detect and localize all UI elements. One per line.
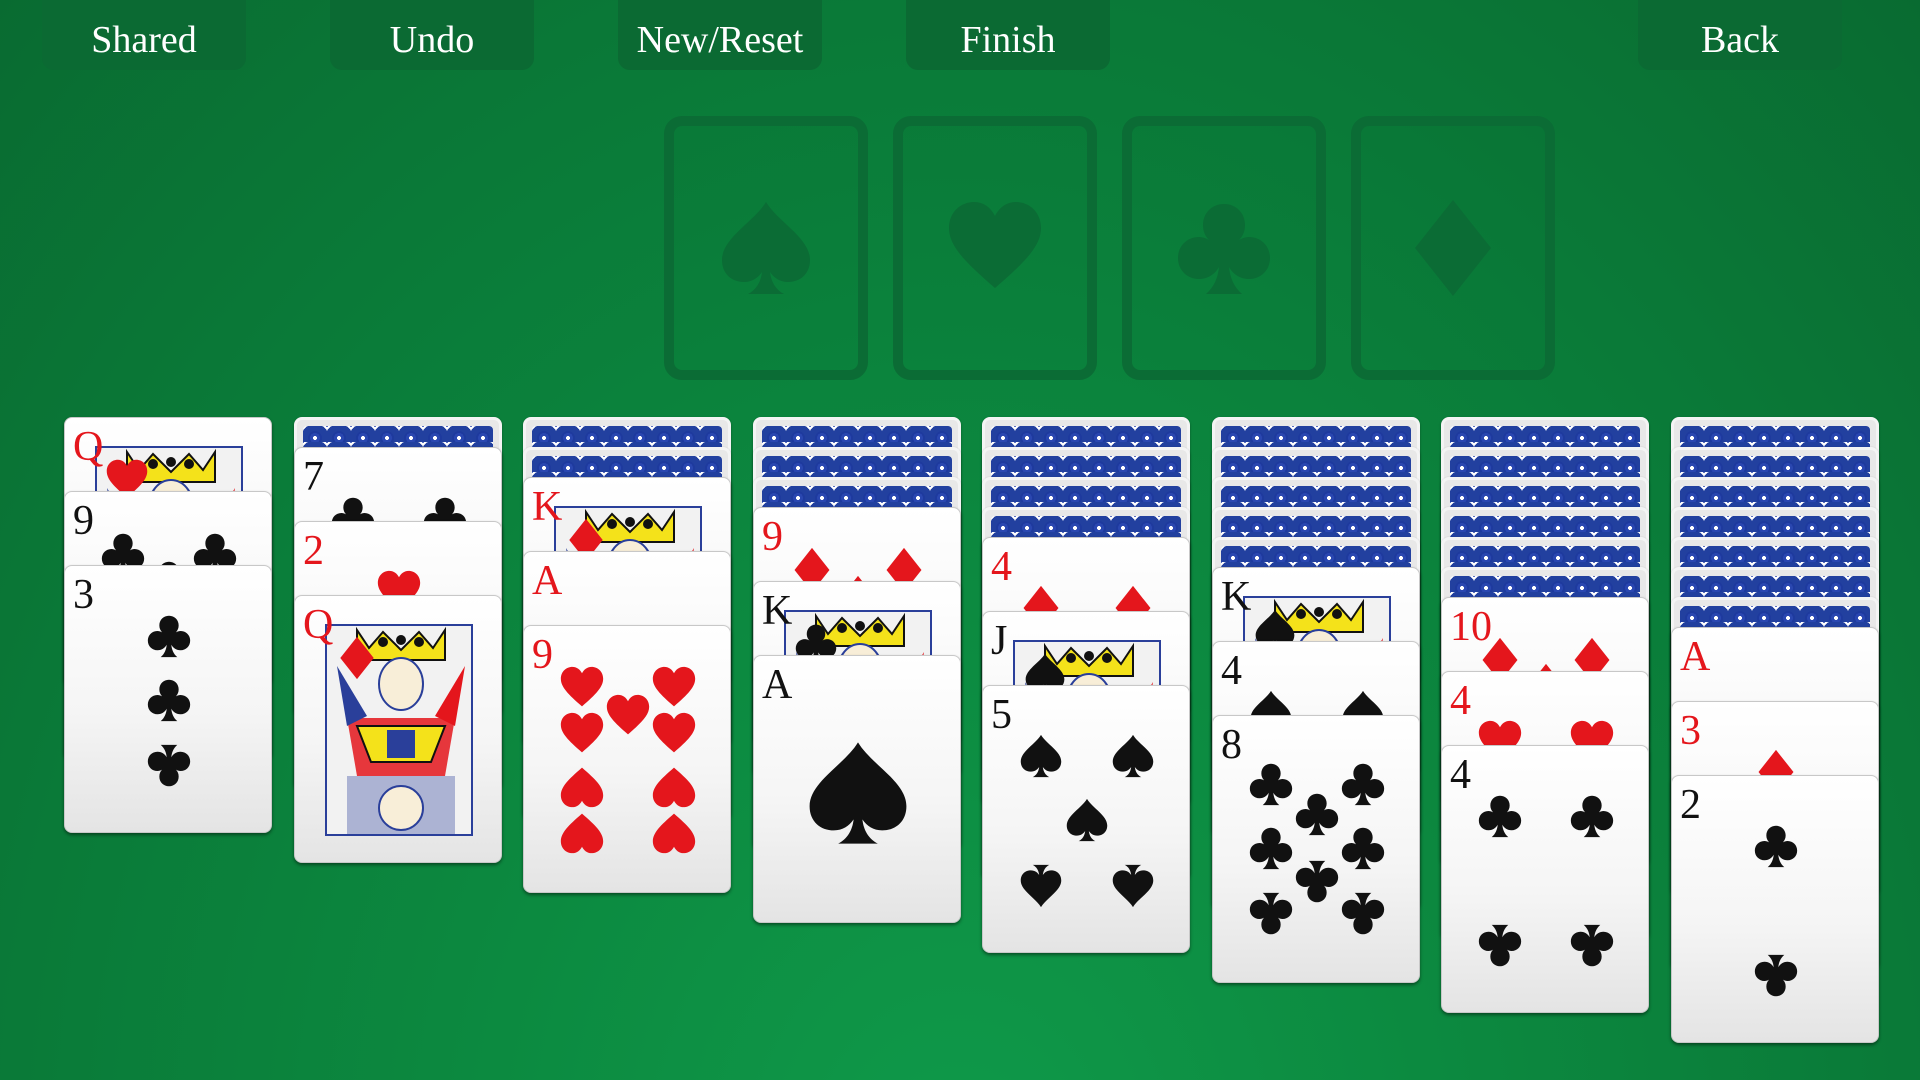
heart-icon (949, 202, 1041, 288)
card-A-spade[interactable]: A (753, 655, 961, 923)
card-rank: Q (303, 602, 334, 648)
foundation-spade[interactable] (664, 116, 868, 380)
card-rank: J (991, 618, 1008, 664)
heart-pip-icon (652, 666, 696, 707)
heart-pip-icon (560, 813, 604, 854)
club-pip-icon (1295, 793, 1339, 836)
card-rank: 4 (1221, 648, 1242, 694)
diamond-icon (340, 636, 374, 680)
club-pip-icon (1249, 827, 1293, 870)
card-rank: A (762, 662, 793, 708)
card-rank: 3 (1680, 708, 1701, 754)
back-button-label: Back (1700, 19, 1780, 61)
card-rank: 3 (73, 572, 94, 618)
heart-pip-icon (560, 767, 604, 808)
club-pip-icon (1341, 892, 1385, 935)
card-rank: 9 (532, 632, 553, 678)
heart-pip-icon (606, 694, 650, 735)
card-rank: 4 (991, 544, 1012, 590)
foundation-heart[interactable] (893, 116, 1097, 380)
card-rank: 4 (1450, 678, 1471, 724)
card-4-club[interactable]: 4 (1441, 745, 1649, 1013)
foundation-diamond[interactable] (1351, 116, 1555, 380)
new-reset-button[interactable]: New/Reset (618, 0, 822, 70)
club-pip-icon (147, 679, 191, 722)
back-button[interactable]: Back (1638, 0, 1842, 70)
club-pip-icon (1570, 924, 1614, 967)
card-rank: 9 (762, 514, 783, 560)
card-2-club[interactable]: 2 (1671, 775, 1879, 1043)
club-pip-icon (1754, 954, 1798, 997)
spade-pip-icon (1112, 734, 1154, 778)
card-rank: A (532, 558, 563, 604)
spade-pip-icon (1020, 864, 1062, 908)
heart-pip-icon (652, 712, 696, 753)
club-pip-icon (1341, 763, 1385, 806)
spade-pip-icon (1112, 864, 1154, 908)
undo-button-label: Undo (389, 19, 475, 61)
club-pip-icon (1478, 924, 1522, 967)
card-rank: K (762, 588, 793, 634)
club-pip-icon (1754, 825, 1798, 868)
card-rank: 5 (991, 692, 1012, 738)
finish-button-label: Finish (960, 19, 1056, 61)
shared-button[interactable]: Shared (42, 0, 246, 70)
card-8-club[interactable]: 8 (1212, 715, 1420, 983)
card-rank: 7 (303, 454, 324, 500)
card-rank: K (1221, 574, 1252, 620)
shared-button-label: Shared (91, 19, 197, 61)
card-Q-diamond[interactable]: Q (294, 595, 502, 863)
diamond-icon (1415, 200, 1491, 296)
club-pip-icon (147, 615, 191, 658)
card-rank: Q (73, 424, 104, 470)
finish-button[interactable]: Finish (906, 0, 1110, 70)
club-pip-icon (1249, 892, 1293, 935)
club-pip-icon (1249, 763, 1293, 806)
card-rank: K (532, 484, 563, 530)
card-3-club[interactable]: 3 (64, 565, 272, 833)
club-pip-icon (1341, 827, 1385, 870)
card-rank: 8 (1221, 722, 1242, 768)
spade-pip-icon (1066, 798, 1108, 842)
card-rank: 2 (1680, 782, 1701, 828)
spade-pip-icon (1020, 734, 1062, 778)
toolbar: Shared Undo New/Reset Finish Back (0, 0, 1920, 70)
club-pip-icon (1570, 795, 1614, 838)
card-rank: A (1680, 634, 1711, 680)
card-rank: 9 (73, 498, 94, 544)
card-rank: 2 (303, 528, 324, 574)
heart-pip-icon (560, 666, 604, 707)
foundation-club[interactable] (1122, 116, 1326, 380)
card-9-heart[interactable]: 9 (523, 625, 731, 893)
heart-pip-icon (652, 767, 696, 808)
club-pip-icon (1295, 860, 1339, 903)
card-5-spade[interactable]: 5 (982, 685, 1190, 953)
heart-pip-icon (560, 712, 604, 753)
spade-icon (722, 202, 810, 294)
heart-pip-icon (652, 813, 696, 854)
spade-icon (809, 742, 907, 844)
club-pip-icon (1478, 795, 1522, 838)
card-rank: 4 (1450, 752, 1471, 798)
undo-button[interactable]: Undo (330, 0, 534, 70)
club-pip-icon (147, 744, 191, 787)
club-icon (1178, 204, 1270, 294)
new-reset-button-label: New/Reset (636, 19, 804, 61)
